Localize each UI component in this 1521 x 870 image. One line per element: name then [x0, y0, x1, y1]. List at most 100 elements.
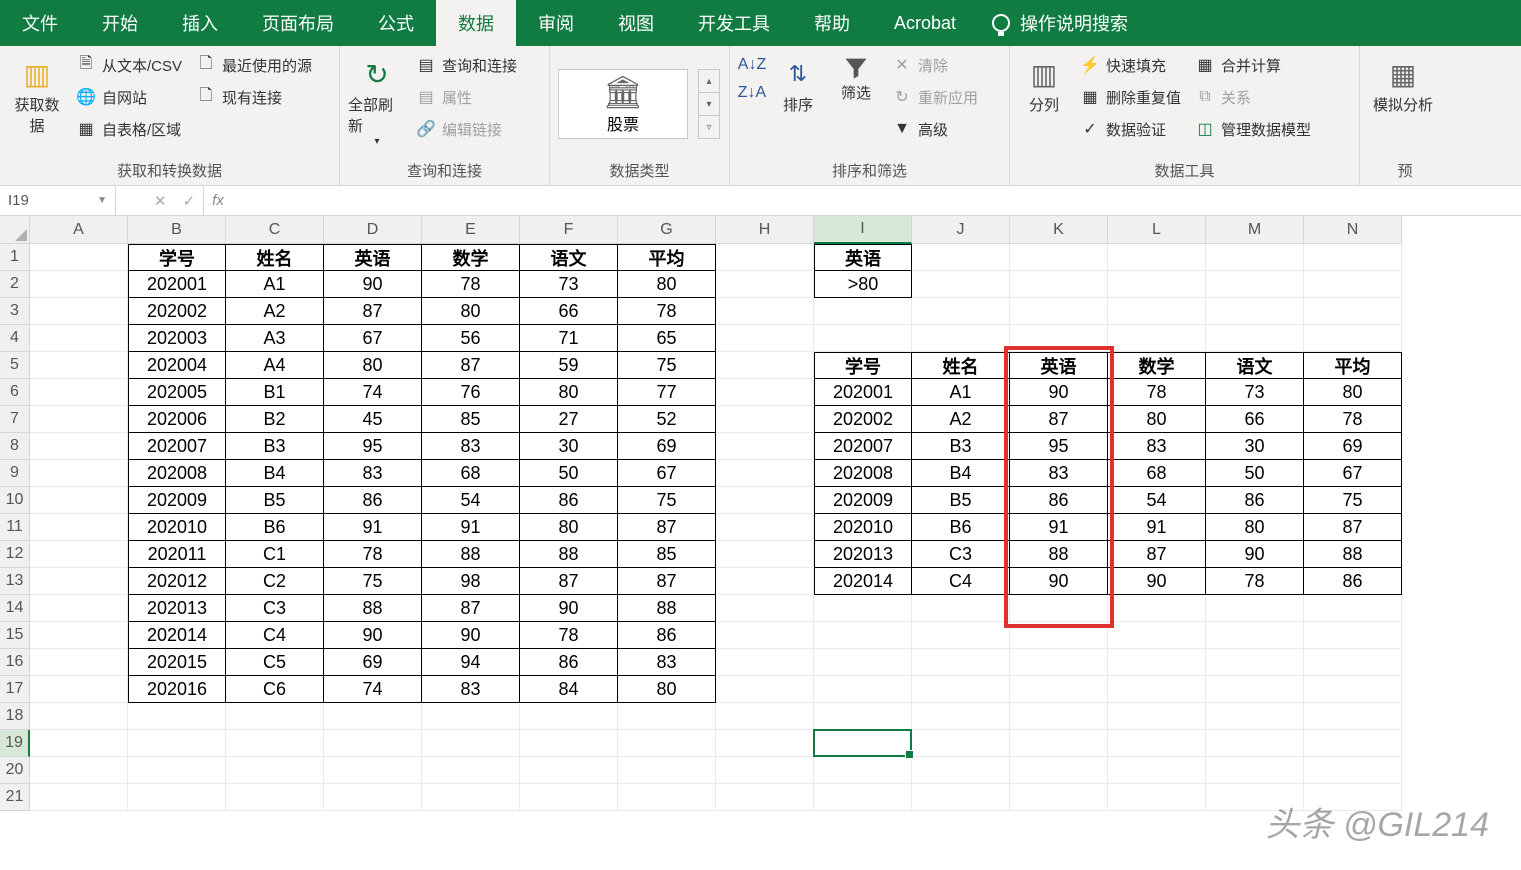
- cell-B20[interactable]: [128, 757, 226, 784]
- cell-A9[interactable]: [30, 460, 128, 487]
- row-header-11[interactable]: 11: [0, 514, 30, 541]
- cell-N13[interactable]: 86: [1304, 568, 1402, 595]
- cell-B9[interactable]: 202008: [128, 460, 226, 487]
- row-header-3[interactable]: 3: [0, 298, 30, 325]
- flash-fill-button[interactable]: ⚡快速填充: [1076, 52, 1185, 78]
- cell-E8[interactable]: 83: [422, 433, 520, 460]
- cell-E2[interactable]: 78: [422, 271, 520, 298]
- cell-I4[interactable]: [814, 325, 912, 352]
- cell-B4[interactable]: 202003: [128, 325, 226, 352]
- cell-L18[interactable]: [1108, 703, 1206, 730]
- formula-input[interactable]: [232, 186, 1521, 215]
- cell-H16[interactable]: [716, 649, 814, 676]
- cell-I18[interactable]: [814, 703, 912, 730]
- cell-E15[interactable]: 90: [422, 622, 520, 649]
- cell-I1[interactable]: 英语: [814, 244, 912, 271]
- cell-C2[interactable]: A1: [226, 271, 324, 298]
- cell-N20[interactable]: [1304, 757, 1402, 784]
- row-header-8[interactable]: 8: [0, 433, 30, 460]
- cell-D19[interactable]: [324, 730, 422, 757]
- get-data-button[interactable]: ▥ 获取数 据: [8, 52, 66, 156]
- row-header-15[interactable]: 15: [0, 622, 30, 649]
- cell-B21[interactable]: [128, 784, 226, 811]
- cell-F3[interactable]: 66: [520, 298, 618, 325]
- cell-I11[interactable]: 202010: [814, 514, 912, 541]
- cell-M19[interactable]: [1206, 730, 1304, 757]
- cell-M7[interactable]: 66: [1206, 406, 1304, 433]
- cell-K20[interactable]: [1010, 757, 1108, 784]
- cell-B3[interactable]: 202002: [128, 298, 226, 325]
- cell-G6[interactable]: 77: [618, 379, 716, 406]
- cell-B15[interactable]: 202014: [128, 622, 226, 649]
- column-header-G[interactable]: G: [618, 216, 716, 244]
- cell-C12[interactable]: C1: [226, 541, 324, 568]
- cell-C16[interactable]: C5: [226, 649, 324, 676]
- cell-F8[interactable]: 30: [520, 433, 618, 460]
- remove-duplicates-button[interactable]: ▦删除重复值: [1076, 84, 1185, 110]
- cell-G12[interactable]: 85: [618, 541, 716, 568]
- cell-I16[interactable]: [814, 649, 912, 676]
- cell-E1[interactable]: 数学: [422, 244, 520, 271]
- column-header-D[interactable]: D: [324, 216, 422, 244]
- cell-G7[interactable]: 52: [618, 406, 716, 433]
- cell-A14[interactable]: [30, 595, 128, 622]
- cell-N4[interactable]: [1304, 325, 1402, 352]
- cell-K5[interactable]: 英语: [1010, 352, 1108, 379]
- column-header-C[interactable]: C: [226, 216, 324, 244]
- cell-I5[interactable]: 学号: [814, 352, 912, 379]
- data-type-spinner[interactable]: ▴▾▿: [698, 69, 720, 139]
- cell-K9[interactable]: 83: [1010, 460, 1108, 487]
- row-header-2[interactable]: 2: [0, 271, 30, 298]
- cell-C9[interactable]: B4: [226, 460, 324, 487]
- advanced-filter-button[interactable]: ▼高级: [888, 116, 982, 142]
- cell-L5[interactable]: 数学: [1108, 352, 1206, 379]
- cell-I9[interactable]: 202008: [814, 460, 912, 487]
- cell-D13[interactable]: 75: [324, 568, 422, 595]
- cell-G20[interactable]: [618, 757, 716, 784]
- cell-C11[interactable]: B6: [226, 514, 324, 541]
- cell-A6[interactable]: [30, 379, 128, 406]
- cell-N10[interactable]: 75: [1304, 487, 1402, 514]
- row-header-7[interactable]: 7: [0, 406, 30, 433]
- row-header-10[interactable]: 10: [0, 487, 30, 514]
- cell-J8[interactable]: B3: [912, 433, 1010, 460]
- cell-I12[interactable]: 202013: [814, 541, 912, 568]
- cell-M12[interactable]: 90: [1206, 541, 1304, 568]
- cell-C4[interactable]: A3: [226, 325, 324, 352]
- cell-G2[interactable]: 80: [618, 271, 716, 298]
- cell-D8[interactable]: 95: [324, 433, 422, 460]
- cell-E12[interactable]: 88: [422, 541, 520, 568]
- data-validation-button[interactable]: ✓数据验证: [1076, 116, 1185, 142]
- cell-F12[interactable]: 88: [520, 541, 618, 568]
- cell-E4[interactable]: 56: [422, 325, 520, 352]
- cell-B16[interactable]: 202015: [128, 649, 226, 676]
- cell-E21[interactable]: [422, 784, 520, 811]
- cell-K18[interactable]: [1010, 703, 1108, 730]
- cell-B19[interactable]: [128, 730, 226, 757]
- cell-L13[interactable]: 90: [1108, 568, 1206, 595]
- cell-N17[interactable]: [1304, 676, 1402, 703]
- cell-M3[interactable]: [1206, 298, 1304, 325]
- cell-A8[interactable]: [30, 433, 128, 460]
- cell-C3[interactable]: A2: [226, 298, 324, 325]
- fx-icon[interactable]: fx: [204, 192, 232, 209]
- cell-D16[interactable]: 69: [324, 649, 422, 676]
- cell-K13[interactable]: 90: [1010, 568, 1108, 595]
- cell-D15[interactable]: 90: [324, 622, 422, 649]
- name-box[interactable]: I19▼: [0, 186, 116, 215]
- cell-G18[interactable]: [618, 703, 716, 730]
- cell-C20[interactable]: [226, 757, 324, 784]
- from-web-button[interactable]: 🌐自网站: [72, 84, 186, 110]
- refresh-all-button[interactable]: ↻ 全部刷新▾: [348, 52, 406, 156]
- cell-H12[interactable]: [716, 541, 814, 568]
- cell-J1[interactable]: [912, 244, 1010, 271]
- from-text-csv-button[interactable]: 🗎从文本/CSV: [72, 52, 186, 78]
- cell-N5[interactable]: 平均: [1304, 352, 1402, 379]
- cell-J10[interactable]: B5: [912, 487, 1010, 514]
- cell-M8[interactable]: 30: [1206, 433, 1304, 460]
- cell-B1[interactable]: 学号: [128, 244, 226, 271]
- cell-B13[interactable]: 202012: [128, 568, 226, 595]
- cell-I21[interactable]: [814, 784, 912, 811]
- cell-D5[interactable]: 80: [324, 352, 422, 379]
- cell-N16[interactable]: [1304, 649, 1402, 676]
